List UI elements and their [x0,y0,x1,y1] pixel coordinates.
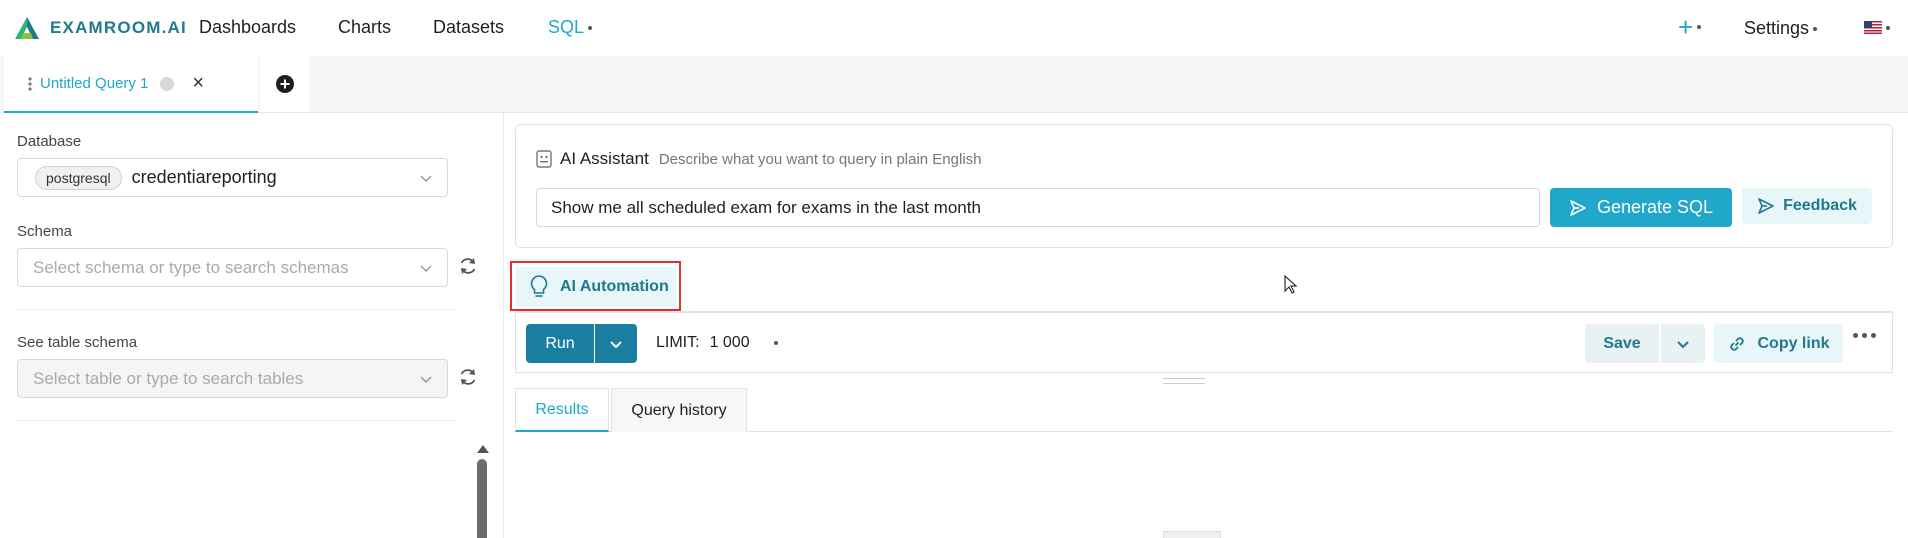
chevron-down-icon [420,175,432,183]
robot-icon [536,150,552,168]
nav-sql-label: SQL [548,17,585,37]
scrollbar[interactable] [475,445,489,538]
schema-label: Schema [17,223,73,240]
ai-prompt-text: Show me all scheduled exam for exams in … [551,197,981,217]
chevron-down-icon [420,265,432,273]
dot [1871,333,1876,338]
schema-select[interactable]: Select schema or type to search schemas [17,248,448,287]
dot [1862,333,1867,338]
add-menu[interactable]: + [1678,12,1702,42]
query-toolbar: Run LIMIT: 1 000 Save Copy link [515,311,1893,373]
caret-icon [1813,26,1818,31]
status-dot-icon [160,76,175,91]
ai-assistant-description: Describe what you want to query in plain… [658,150,982,168]
caret-icon [773,341,778,345]
tab-label: Untitled Query 1 [40,75,149,92]
caret-icon [1697,25,1702,29]
table-schema-label: See table schema [17,334,138,351]
tab-query-history-label: Query history [631,401,727,419]
plus-icon: + [1678,12,1694,42]
nav-datasets[interactable]: Datasets [433,17,504,38]
run-button[interactable]: Run [526,324,594,363]
drag-handle-icon[interactable] [28,76,32,91]
dot [1853,333,1858,338]
link-icon [1730,336,1745,351]
limit-value: 1 000 [709,334,750,351]
left-panel: Database postgresql credentiareporting S… [0,113,504,538]
scrollbar-thumb[interactable] [477,459,487,538]
database-select[interactable]: postgresql credentiareporting [17,158,448,197]
resize-handle[interactable] [1163,378,1205,384]
database-type-tag: postgresql [35,165,122,190]
save-dropdown-button[interactable] [1661,324,1705,363]
us-flag-icon [1864,21,1882,34]
chevron-down-icon [1677,340,1689,348]
divider [17,420,455,421]
ai-assistant-header: AI Assistant Describe what you want to q… [536,149,982,169]
ai-assistant-card: AI Assistant Describe what you want to q… [515,124,1893,248]
generate-sql-button[interactable]: Generate SQL [1550,188,1732,227]
settings-label: Settings [1744,18,1810,38]
nav-sql[interactable]: SQL [548,17,593,38]
refresh-icon[interactable] [457,255,479,277]
brand-logo[interactable]: EXAMROOM.AI [14,16,187,40]
feedback-button[interactable]: Feedback [1742,188,1872,224]
ai-automation-button[interactable]: AI Automation [516,267,676,307]
send-icon [1570,199,1586,216]
nav-charts[interactable]: Charts [338,17,391,38]
tab-untitled-query[interactable]: Untitled Query 1 × [4,56,258,113]
brand-name: EXAMROOM.AI [50,18,187,37]
refresh-icon[interactable] [457,366,479,388]
table-placeholder: Select table or type to search tables [33,368,304,388]
mouse-cursor-icon [1284,275,1298,294]
caret-icon [588,26,593,31]
ai-assistant-title: AI Assistant [560,149,649,168]
tab-results-label: Results [535,400,589,418]
caret-icon [1886,25,1890,30]
copy-link-label: Copy link [1757,334,1830,352]
limit-selector[interactable]: LIMIT: 1 000 [656,334,778,352]
chevron-down-icon [420,376,432,384]
save-label: Save [1603,334,1641,352]
settings-menu[interactable]: Settings [1744,18,1818,39]
plus-circle-icon [276,75,294,93]
language-menu[interactable] [1864,21,1890,34]
tab-query-history[interactable]: Query history [611,388,747,432]
chevron-down-icon [610,340,622,348]
bottom-panel-handle[interactable] [1163,531,1221,538]
run-dropdown-button[interactable] [595,324,637,363]
logo-icon [15,17,39,39]
table-select[interactable]: Select table or type to search tables [17,359,448,398]
divider [17,309,455,310]
scroll-up-icon[interactable] [477,445,489,453]
tab-results[interactable]: Results [515,388,609,432]
send-icon [1758,198,1774,214]
ai-automation-label: AI Automation [560,278,669,295]
ai-prompt-input[interactable]: Show me all scheduled exam for exams in … [536,188,1540,227]
feedback-label: Feedback [1783,197,1857,214]
result-tabs: Results Query history [515,388,1893,432]
lightbulb-icon [530,275,548,297]
save-button[interactable]: Save [1585,324,1659,363]
ai-automation-highlight: AI Automation [510,261,681,311]
nav-dashboards[interactable]: Dashboards [199,17,296,38]
run-label: Run [545,334,575,352]
add-tab-button[interactable] [260,56,310,113]
database-name: credentiareporting [131,167,277,187]
close-icon[interactable]: × [192,72,204,95]
more-options-icon[interactable] [1853,333,1876,338]
query-tab-bar: Untitled Query 1 × [0,56,1908,113]
generate-sql-label: Generate SQL [1596,197,1714,217]
copy-link-button[interactable]: Copy link [1714,324,1843,363]
schema-placeholder: Select schema or type to search schemas [33,257,349,277]
database-label: Database [17,133,82,150]
limit-label: LIMIT: [656,334,700,351]
top-nav: EXAMROOM.AI Dashboards Charts Datasets S… [0,0,1908,56]
